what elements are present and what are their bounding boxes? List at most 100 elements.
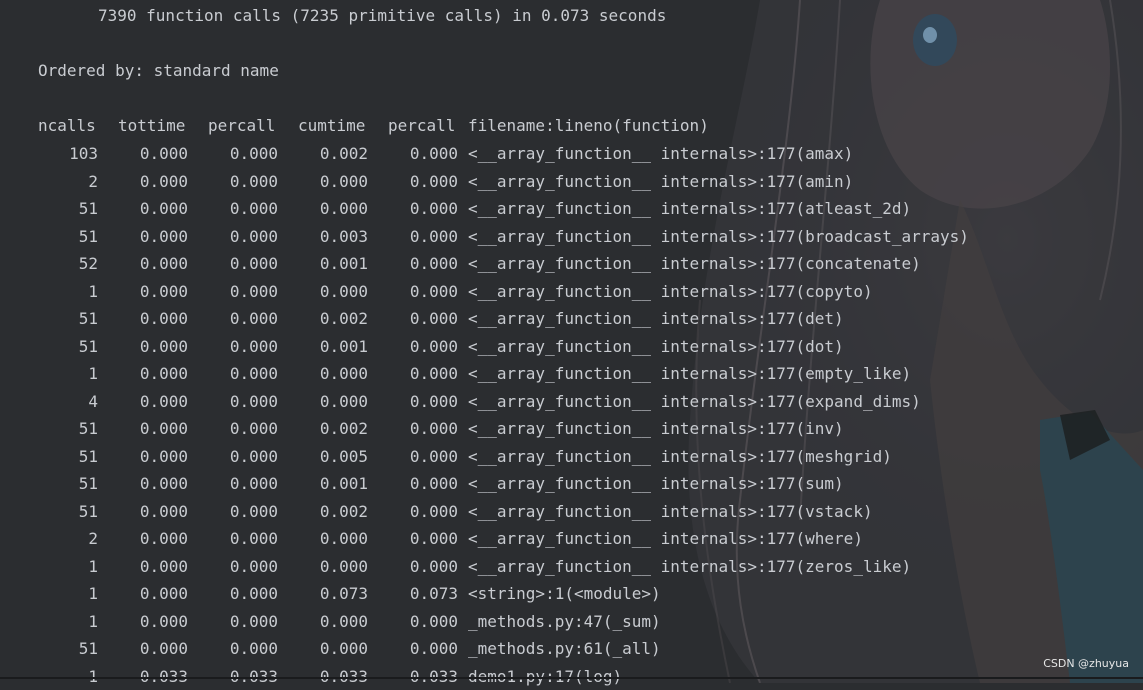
cell-cumtime: 0.000 xyxy=(319,639,368,658)
cell-tottime: 0.000 xyxy=(139,474,188,493)
column-header-cumtime: cumtime xyxy=(298,116,366,135)
cell-tottime: 0.000 xyxy=(139,281,188,301)
cell-ncalls: 51 xyxy=(78,446,98,466)
cell-function: _methods.py:61(_all) xyxy=(468,639,661,658)
cell-percall-cumulative: 0.000 xyxy=(409,226,458,246)
cell-cumtime: 0.005 xyxy=(319,446,368,466)
cell-percall: 0.000 xyxy=(229,639,278,658)
ordered-by-text: Ordered by: standard name xyxy=(38,61,279,80)
table-row: 51 0.000 0.000 0.000 0.000 _methods.py:61(_al… xyxy=(0,635,1143,662)
cell-tottime: 0.000 xyxy=(139,529,188,548)
column-header-ncalls: ncalls xyxy=(38,116,96,135)
cell-percall: 0.000 xyxy=(229,529,278,548)
cell-function: demo1.py:17(log) xyxy=(468,666,623,686)
cell-cumtime: 0.002 xyxy=(319,309,368,328)
cell-function: <__array_function__ internals>:177(vstac… xyxy=(468,501,873,521)
cell-function: <__array_function__ internals>:177(copyt… xyxy=(468,281,873,301)
cell-ncalls: 4 xyxy=(88,391,98,411)
cell-ncalls: 1 xyxy=(88,584,98,603)
column-header-function: filename:lineno(function) xyxy=(468,116,709,135)
table-row: 1 0.000 0.000 0.000 0.000 <__array_function__… xyxy=(0,360,1143,387)
cell-percall: 0.000 xyxy=(229,309,278,328)
cell-cumtime: 0.001 xyxy=(319,474,368,493)
cell-function: <string>:1(<module>) xyxy=(468,584,661,603)
cell-function: <__array_function__ internals>:177(atlea… xyxy=(468,199,912,218)
cell-tottime: 0.000 xyxy=(139,639,188,658)
cell-ncalls: 1 xyxy=(88,611,98,631)
cell-ncalls: 103 xyxy=(69,144,98,163)
cell-tottime: 0.000 xyxy=(139,419,188,438)
cell-function: <__array_function__ internals>:177(where… xyxy=(468,529,863,548)
cell-ncalls: 51 xyxy=(78,474,98,493)
cell-percall-cumulative: 0.000 xyxy=(409,446,458,466)
cell-cumtime: 0.000 xyxy=(319,199,368,218)
table-row: 103 0.000 0.000 0.002 0.000 <__array_function… xyxy=(0,140,1143,167)
cell-percall-cumulative: 0.000 xyxy=(409,529,458,548)
cell-cumtime: 0.000 xyxy=(319,281,368,301)
ordered-by-line: Ordered by: standard name xyxy=(0,57,279,84)
cell-tottime: 0.000 xyxy=(139,611,188,631)
cell-percall-cumulative: 0.000 xyxy=(409,171,458,191)
cell-ncalls: 51 xyxy=(78,226,98,246)
cell-ncalls: 51 xyxy=(78,419,98,438)
table-row: 51 0.000 0.000 0.001 0.000 <__array_function_… xyxy=(0,333,1143,360)
cell-ncalls: 51 xyxy=(78,309,98,328)
cell-cumtime: 0.003 xyxy=(319,226,368,246)
cell-cumtime: 0.001 xyxy=(319,254,368,273)
cell-function: <__array_function__ internals>:177(dot) xyxy=(468,336,844,356)
cell-percall: 0.000 xyxy=(229,391,278,411)
cell-cumtime: 0.002 xyxy=(319,419,368,438)
cell-ncalls: 52 xyxy=(78,254,98,273)
cell-ncalls: 1 xyxy=(88,666,98,686)
cell-tottime: 0.000 xyxy=(139,556,188,576)
cell-percall: 0.000 xyxy=(229,474,278,493)
cell-cumtime: 0.073 xyxy=(319,584,368,603)
cell-cumtime: 0.033 xyxy=(319,666,368,686)
cell-function: <__array_function__ internals>:177(amin) xyxy=(468,171,854,191)
cell-percall-cumulative: 0.000 xyxy=(409,281,458,301)
cell-tottime: 0.000 xyxy=(139,226,188,246)
cell-percall: 0.033 xyxy=(229,666,278,686)
cell-percall: 0.000 xyxy=(229,144,278,163)
cell-tottime: 0.000 xyxy=(139,254,188,273)
table-row: 51 0.000 0.000 0.002 0.000 <__array_function_… xyxy=(0,415,1143,442)
cell-percall: 0.000 xyxy=(229,364,278,383)
cell-tottime: 0.000 xyxy=(139,584,188,603)
cell-function: <__array_function__ internals>:177(zeros… xyxy=(468,556,912,576)
cell-percall: 0.000 xyxy=(229,419,278,438)
cell-percall: 0.000 xyxy=(229,584,278,603)
cell-tottime: 0.000 xyxy=(139,144,188,163)
cell-percall-cumulative: 0.073 xyxy=(409,584,458,603)
cell-cumtime: 0.001 xyxy=(319,336,368,356)
cell-percall: 0.000 xyxy=(229,501,278,521)
cell-function: <__array_function__ internals>:177(empty… xyxy=(468,364,912,383)
panel-divider xyxy=(0,677,1143,679)
table-row: 4 0.000 0.000 0.000 0.000 <__array_function__… xyxy=(0,388,1143,415)
summary-line: 7390 function calls (7235 primitive call… xyxy=(0,2,666,29)
cell-cumtime: 0.000 xyxy=(319,364,368,383)
cell-tottime: 0.000 xyxy=(139,501,188,521)
column-header-row: ncalls tottime percall cumtime percall f… xyxy=(0,112,1143,139)
cell-function: <__array_function__ internals>:177(sum) xyxy=(468,474,844,493)
cell-tottime: 0.000 xyxy=(139,391,188,411)
cell-percall: 0.000 xyxy=(229,556,278,576)
column-header-tottime: tottime xyxy=(118,116,186,135)
cell-percall-cumulative: 0.033 xyxy=(409,666,458,686)
cell-percall: 0.000 xyxy=(229,226,278,246)
cell-cumtime: 0.000 xyxy=(319,171,368,191)
cell-function: <__array_function__ internals>:177(meshg… xyxy=(468,446,892,466)
cell-tottime: 0.000 xyxy=(139,336,188,356)
watermark: CSDN @zhuyua xyxy=(1043,657,1129,670)
cell-tottime: 0.000 xyxy=(139,446,188,466)
table-row: 51 0.000 0.000 0.003 0.000 <__array_function_… xyxy=(0,223,1143,250)
cell-ncalls: 1 xyxy=(88,364,98,383)
cell-percall: 0.000 xyxy=(229,281,278,301)
cell-percall-cumulative: 0.000 xyxy=(409,474,458,493)
cell-percall: 0.000 xyxy=(229,171,278,191)
cell-percall-cumulative: 0.000 xyxy=(409,254,458,273)
cell-percall-cumulative: 0.000 xyxy=(409,144,458,163)
table-row: 52 0.000 0.000 0.001 0.000 <__array_function_… xyxy=(0,250,1143,277)
cell-cumtime: 0.000 xyxy=(319,611,368,631)
cell-percall: 0.000 xyxy=(229,254,278,273)
cell-ncalls: 51 xyxy=(78,501,98,521)
